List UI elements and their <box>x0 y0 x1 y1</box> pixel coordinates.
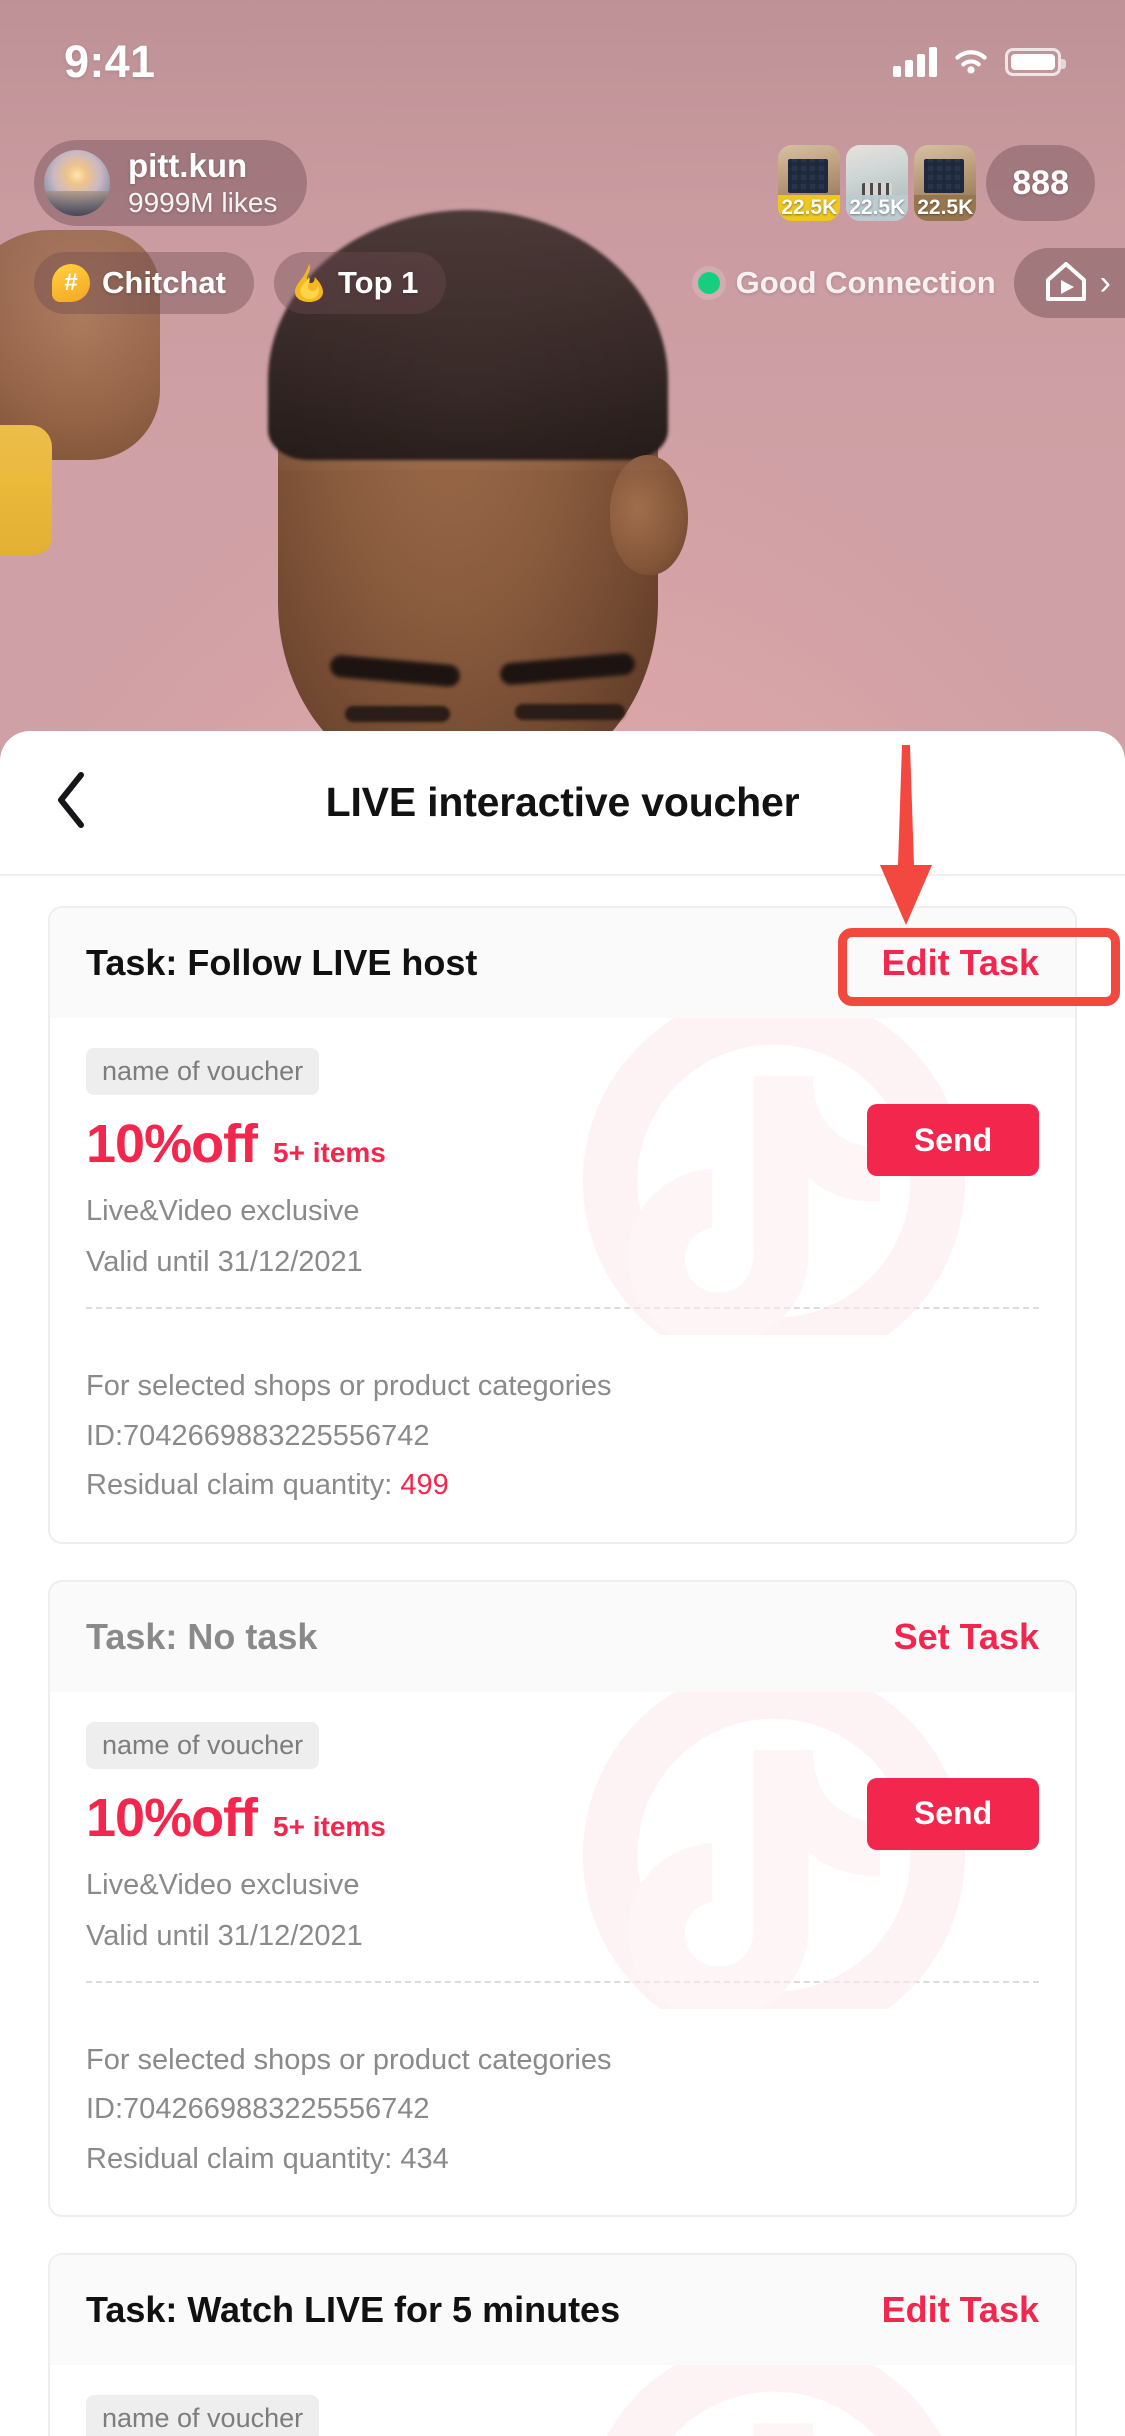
status-time: 9:41 <box>64 36 156 87</box>
send-button[interactable]: Send <box>867 1104 1039 1176</box>
voucher-card: Task: No task Set Task name of voucher 1… <box>48 1579 1077 2217</box>
quantity-value: 499 <box>400 1469 449 1501</box>
shop-house-icon <box>1040 255 1092 312</box>
voucher-detail-row: name of voucher 10%off 5+ items Live&Vid… <box>86 1048 1039 1279</box>
card-divider <box>86 1307 1039 1309</box>
host-info-pill[interactable]: pitt.kun 9999M likes <box>34 140 308 226</box>
voucher-name-chip: name of voucher <box>86 1721 320 1769</box>
total-viewer-count: 888 <box>1012 163 1069 202</box>
quantity-value: 434 <box>400 2142 449 2175</box>
voucher-card-footer: For selected shops or product categories… <box>50 1335 1075 1542</box>
task-label: Task: No task <box>86 1615 318 1657</box>
voucher-name-chip: name of voucher <box>86 2395 320 2436</box>
voucher-quantity-line: Residual claim quantity: 499 <box>86 1464 1039 1508</box>
host-meta: pitt.kun 9999M likes <box>128 146 278 218</box>
live-header-top-row: pitt.kun 9999M likes 22.5K 22.5K 22.5K 8… <box>0 140 1125 226</box>
phone-screen: 9:41 pitt.kun 9999M likes 22.5K 22.5K 22… <box>0 0 1125 2436</box>
viewer-count-badge: 22.5K <box>914 195 977 221</box>
list-item[interactable]: 22.5K <box>914 145 977 221</box>
voucher-card-body: name of voucher 10%off 5+ items Live&Vid… <box>50 2365 1075 2436</box>
voucher-name-chip: name of voucher <box>86 1048 320 1095</box>
card-divider <box>86 1980 1039 1983</box>
sheet-header: LIVE interactive voucher <box>0 731 1125 876</box>
voucher-card-header: Task: Follow LIVE host Edit Task <box>50 908 1075 1018</box>
host-username: pitt.kun <box>128 146 248 184</box>
voucher-quantity-line: Residual claim quantity: 434 <box>86 2138 1039 2182</box>
voucher-detail-row: name of voucher 10%off 5+ items Live&Vid… <box>86 1721 1039 1953</box>
tag-label: Chitchat <box>102 265 226 300</box>
connection-status[interactable]: Good Connection <box>697 265 1014 301</box>
connection-status-dot <box>697 272 720 294</box>
viewer-area: 22.5K 22.5K 22.5K 888 <box>778 145 1095 221</box>
voucher-validity: Valid until 31/12/2021 <box>86 1246 363 1278</box>
voucher-card-body: name of voucher 10%off 5+ items Live&Vid… <box>50 1018 1075 1335</box>
connection-status-label: Good Connection <box>735 265 996 300</box>
voucher-items: 5+ items <box>273 1137 386 1168</box>
voucher-card-body: name of voucher 10%off 5+ items Live&Vid… <box>50 1691 1075 2009</box>
voucher-list: Task: Follow LIVE host Edit Task name of… <box>0 876 1125 2436</box>
live-header-bottom-row: # Chitchat Top 1 Good Connection › <box>0 248 1125 318</box>
voucher-scope: For selected shops or product categories <box>86 2043 612 2076</box>
signal-icon <box>893 47 937 77</box>
voucher-card: Task: Watch LIVE for 5 minutes Edit Task… <box>48 2253 1077 2436</box>
avatar[interactable] <box>44 150 110 216</box>
send-button[interactable]: Send <box>867 1777 1039 1850</box>
status-bar: 9:41 <box>0 0 1125 110</box>
viewer-count-badge: 22.5K <box>846 195 909 221</box>
voucher-items: 5+ items <box>273 1810 386 1842</box>
edit-task-button[interactable]: Edit Task <box>882 2289 1039 2331</box>
voucher-id: ID:7042669883225556742 <box>86 1419 430 1452</box>
host-likes-count: 9999M likes <box>128 186 278 218</box>
battery-icon <box>1005 48 1066 76</box>
voucher-validity: Valid until 31/12/2021 <box>86 1919 363 1952</box>
edit-task-button[interactable]: Edit Task <box>882 942 1039 984</box>
list-item[interactable]: 22.5K <box>846 145 909 221</box>
live-header-overlay: pitt.kun 9999M likes 22.5K 22.5K 22.5K 8… <box>0 140 1125 318</box>
voucher-discount-row: 10%off 5+ items <box>86 1113 386 1175</box>
voucher-bottom-sheet: LIVE interactive voucher Task: Follow LI… <box>0 731 1125 2436</box>
voucher-exclusive: Live&Video exclusive <box>86 1195 360 1227</box>
wifi-icon <box>951 47 991 77</box>
task-label: Task: Watch LIVE for 5 minutes <box>86 2289 621 2330</box>
streamer-eye-left <box>345 706 450 722</box>
status-indicators <box>893 47 1066 77</box>
voucher-card-header: Task: Watch LIVE for 5 minutes Edit Task <box>50 2255 1075 2365</box>
task-label: Task: Follow LIVE host <box>86 942 478 983</box>
quantity-label: Residual claim quantity: <box>86 2142 401 2175</box>
voucher-card: Task: Follow LIVE host Edit Task name of… <box>48 906 1077 1544</box>
list-item[interactable]: 22.5K <box>778 145 841 221</box>
connection-area: Good Connection › <box>697 248 1125 318</box>
flame-icon <box>292 263 326 303</box>
voucher-discount: 10%off <box>86 1787 258 1848</box>
top-viewers-list[interactable]: 22.5K 22.5K 22.5K <box>778 145 977 221</box>
voucher-info: name of voucher 10%off 5+ items Live&Vid… <box>86 2395 386 2436</box>
tag-label: Top 1 <box>338 265 419 300</box>
streamer-ear <box>610 455 688 575</box>
tag-chitchat[interactable]: # Chitchat <box>34 252 254 314</box>
voucher-card-footer: For selected shops or product categories… <box>50 2009 1075 2216</box>
back-chevron-icon <box>54 771 88 834</box>
shop-entry-button[interactable]: › <box>1013 248 1125 318</box>
back-button[interactable] <box>36 768 106 838</box>
live-tags: # Chitchat Top 1 <box>34 252 447 314</box>
hashtag-icon: # <box>52 264 90 302</box>
voucher-discount-row: 10%off 5+ items <box>86 1787 386 1849</box>
voucher-card-header: Task: No task Set Task <box>50 1581 1075 1692</box>
total-viewer-count-pill[interactable]: 888 <box>986 145 1095 221</box>
voucher-info: name of voucher 10%off 5+ items Live&Vid… <box>86 1048 386 1279</box>
voucher-exclusive: Live&Video exclusive <box>86 1868 360 1901</box>
voucher-discount: 10%off <box>86 1114 258 1174</box>
page-title: LIVE interactive voucher <box>325 779 800 825</box>
viewer-count-badge: 22.5K <box>778 195 841 221</box>
voucher-id: ID:7042669883225556742 <box>86 2093 430 2125</box>
streamer-eye-right <box>515 704 625 720</box>
chevron-right-icon: › <box>1099 264 1111 302</box>
tag-top-1[interactable]: Top 1 <box>274 252 447 314</box>
quantity-label: Residual claim quantity: <box>86 1469 401 1501</box>
voucher-detail-row: name of voucher 10%off 5+ items Live&Vid… <box>86 2395 1039 2436</box>
voucher-scope: For selected shops or product categories <box>86 1370 612 1402</box>
set-task-button[interactable]: Set Task <box>894 1616 1039 1658</box>
voucher-info: name of voucher 10%off 5+ items Live&Vid… <box>86 1721 386 1953</box>
